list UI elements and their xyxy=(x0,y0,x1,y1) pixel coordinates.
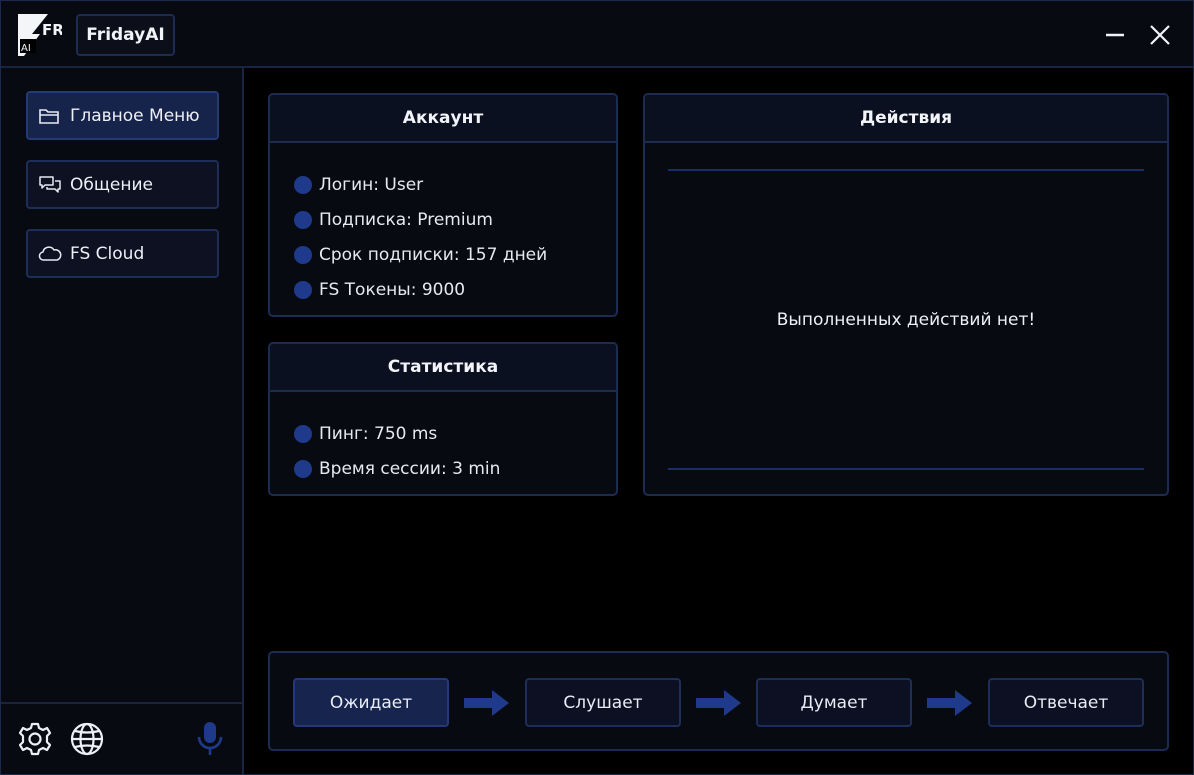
sidebar-item-chat[interactable]: Общение xyxy=(26,160,219,209)
account-login: Логин: User xyxy=(319,174,424,195)
account-subscription-term: Срок подписки: 157 дней xyxy=(319,244,548,265)
globe-icon xyxy=(70,722,104,756)
stat-session-time: Время сессии: 3 min xyxy=(319,458,501,479)
statistics-panel: Статистика Пинг: 750 ms Время сессии: 3 … xyxy=(268,342,618,496)
status-step-answering: Отвечает xyxy=(988,678,1144,727)
sidebar-footer xyxy=(1,702,242,774)
arrow-right-icon xyxy=(927,690,972,716)
status-step-listening: Слушает xyxy=(525,678,681,727)
bullet-dot xyxy=(294,245,312,264)
account-tokens: FS Токены: 9000 xyxy=(319,279,466,300)
app-title: FridayAI xyxy=(76,14,175,56)
list-item: Подписка: Premium xyxy=(294,202,616,237)
statistics-title: Статистика xyxy=(270,344,616,392)
actions-log[interactable]: Выполненных действий нет! xyxy=(645,143,1167,494)
microphone-icon xyxy=(197,722,223,755)
status-step-waiting: Ожидает xyxy=(293,678,449,727)
arrow-right-icon xyxy=(464,690,509,716)
stat-ping: Пинг: 750 ms xyxy=(319,423,438,444)
microphone-button[interactable] xyxy=(191,720,229,758)
title-bar[interactable]: FR AI FridayAI xyxy=(1,1,1193,68)
logo-text: FR xyxy=(42,21,62,39)
settings-button[interactable] xyxy=(16,720,54,758)
sidebar-item-label: Общение xyxy=(70,174,153,195)
minimize-button[interactable] xyxy=(1100,20,1130,50)
app-window: FR AI FridayAI Главное Меню Общение FS C… xyxy=(0,0,1194,775)
sidebar-item-fs-cloud[interactable]: FS Cloud xyxy=(26,229,219,278)
list-item: Пинг: 750 ms xyxy=(294,416,616,451)
account-title: Аккаунт xyxy=(270,95,616,143)
language-button[interactable] xyxy=(68,720,106,758)
gear-icon xyxy=(18,722,52,756)
close-icon xyxy=(1150,25,1170,45)
account-subscription: Подписка: Premium xyxy=(319,209,493,230)
chat-icon xyxy=(38,175,62,195)
bullet-dot xyxy=(294,280,312,299)
actions-title: Действия xyxy=(645,95,1167,143)
sidebar-item-main-menu[interactable]: Главное Меню xyxy=(26,91,219,140)
logo-subtext: AI xyxy=(21,43,31,54)
sidebar: Главное Меню Общение FS Cloud xyxy=(1,68,244,774)
list-item: Логин: User xyxy=(294,167,616,202)
list-item: Срок подписки: 157 дней xyxy=(294,237,616,272)
sidebar-item-label: Главное Меню xyxy=(70,105,200,126)
list-item: Время сессии: 3 min xyxy=(294,451,616,486)
status-step-thinking: Думает xyxy=(756,678,912,727)
sidebar-item-label: FS Cloud xyxy=(70,243,145,264)
arrow-right-icon xyxy=(696,690,741,716)
divider xyxy=(668,468,1144,470)
close-button[interactable] xyxy=(1145,20,1175,50)
bullet-dot xyxy=(294,175,312,194)
account-info-list: Логин: User Подписка: Premium Срок подпи… xyxy=(270,143,616,307)
actions-panel: Действия Выполненных действий нет! xyxy=(643,93,1169,496)
divider xyxy=(668,169,1144,171)
bullet-dot xyxy=(294,459,312,478)
bullet-dot xyxy=(294,424,312,443)
folder-icon xyxy=(38,106,62,126)
minimize-icon xyxy=(1106,33,1124,37)
list-item: FS Токены: 9000 xyxy=(294,272,616,307)
actions-empty-text: Выполненных действий нет! xyxy=(776,310,1036,330)
app-logo: FR AI xyxy=(18,14,62,56)
account-panel: Аккаунт Логин: User Подписка: Premium Ср… xyxy=(268,93,618,317)
status-pipeline: Ожидает Слушает Думает Отвечает xyxy=(268,651,1169,751)
cloud-icon xyxy=(38,244,62,264)
bullet-dot xyxy=(294,210,312,229)
statistics-info-list: Пинг: 750 ms Время сессии: 3 min xyxy=(270,392,616,486)
